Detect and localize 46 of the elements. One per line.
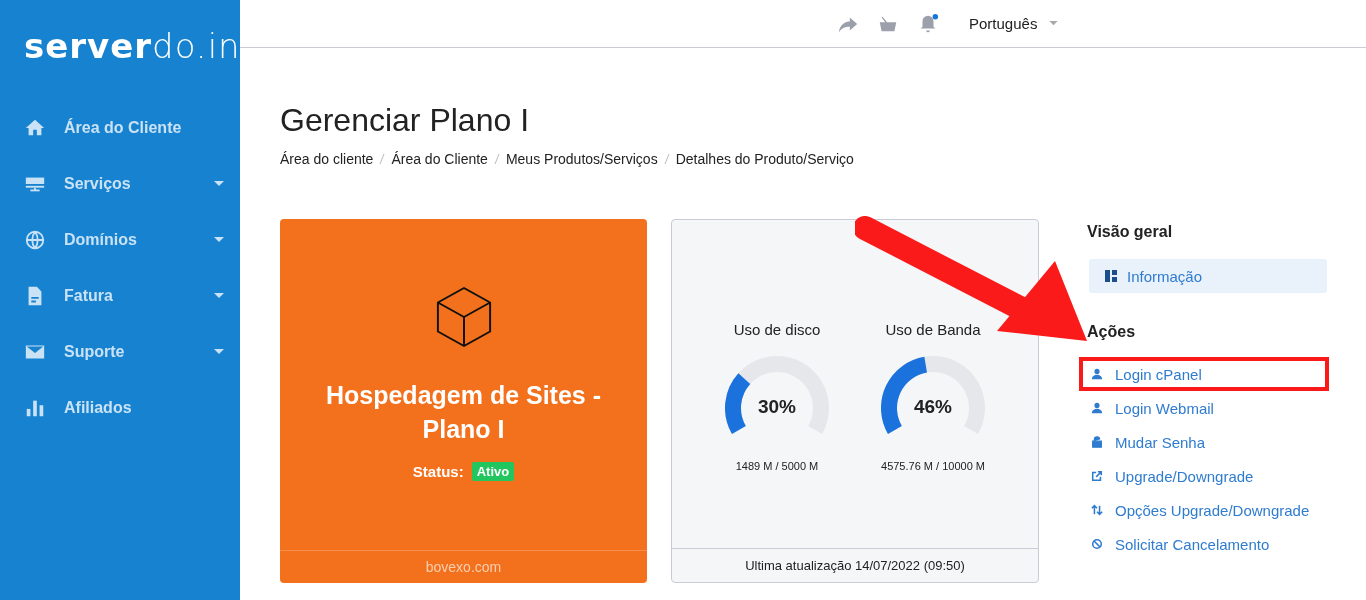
gauge-detail: 1489 M / 5000 M xyxy=(735,460,819,472)
sidebar-item[interactable]: Área do Cliente xyxy=(0,100,240,156)
logo[interactable]: serverdo.in xyxy=(0,26,241,66)
gauge-detail: 4575.76 M / 10000 M xyxy=(881,460,985,472)
section-heading: Visão geral xyxy=(1087,223,1174,241)
dashboard-icon xyxy=(1105,270,1117,282)
external-link-icon xyxy=(1091,470,1103,482)
last-update-text: Ultima atualização 14/07/2022 (09:50) xyxy=(672,548,1038,582)
action-link[interactable]: Opções Upgrade/Downgrade xyxy=(1079,493,1329,527)
sidebar-item[interactable]: Serviços xyxy=(0,156,240,212)
gauge-title: Uso de Banda xyxy=(885,321,981,338)
product-name: Hospedagem de Sites - Plano I xyxy=(324,380,603,445)
gauge-reading: 46% xyxy=(914,396,952,418)
status-badge: Ativo xyxy=(471,462,515,481)
overview-item[interactable]: Informação xyxy=(1089,259,1327,293)
action-link[interactable]: Upgrade/Downgrade xyxy=(1079,459,1329,493)
breadcrumb-link[interactable]: Área do cliente xyxy=(280,151,374,167)
breadcrumb-separator xyxy=(493,153,500,165)
page-title: Gerenciar Plano I xyxy=(280,102,529,139)
user-icon xyxy=(1091,368,1103,380)
sidebar-item[interactable]: Afiliados xyxy=(0,380,240,436)
action-link[interactable]: Mudar Senha xyxy=(1079,425,1329,459)
gauge-reading: 30% xyxy=(758,396,796,418)
action-link[interactable]: Login Webmail xyxy=(1079,391,1329,425)
breadcrumb-separator xyxy=(663,153,670,165)
sidebar-item[interactable]: Domínios xyxy=(0,212,240,268)
ban-icon xyxy=(1091,538,1103,550)
breadcrumb-separator xyxy=(379,153,386,165)
lock-icon xyxy=(1091,436,1103,448)
cube-icon xyxy=(434,286,493,348)
domain-text: bovexo.com xyxy=(280,550,647,583)
section-heading: Ações xyxy=(1087,323,1137,341)
sort-icon xyxy=(1091,504,1103,516)
language-selector[interactable]: Português xyxy=(963,14,1065,33)
sidebar-item[interactable]: Fatura xyxy=(0,268,240,324)
sidebar-item[interactable]: Suporte xyxy=(0,324,240,380)
breadcrumb-link[interactable]: Detalhes do Produto/Serviço xyxy=(675,151,854,167)
globe-icon xyxy=(24,229,46,251)
status-label: Status: xyxy=(412,463,464,480)
user-icon xyxy=(1091,402,1103,414)
breadcrumb-link[interactable]: Meus Produtos/Serviços xyxy=(505,151,658,167)
caret-icon xyxy=(1049,21,1059,26)
breadcrumb-link[interactable]: Área do Cliente xyxy=(391,151,488,167)
gauge-title: Uso de disco xyxy=(733,321,821,338)
action-link[interactable]: Solicitar Cancelamento xyxy=(1079,527,1329,561)
action-link[interactable]: Login cPanel xyxy=(1079,357,1329,391)
